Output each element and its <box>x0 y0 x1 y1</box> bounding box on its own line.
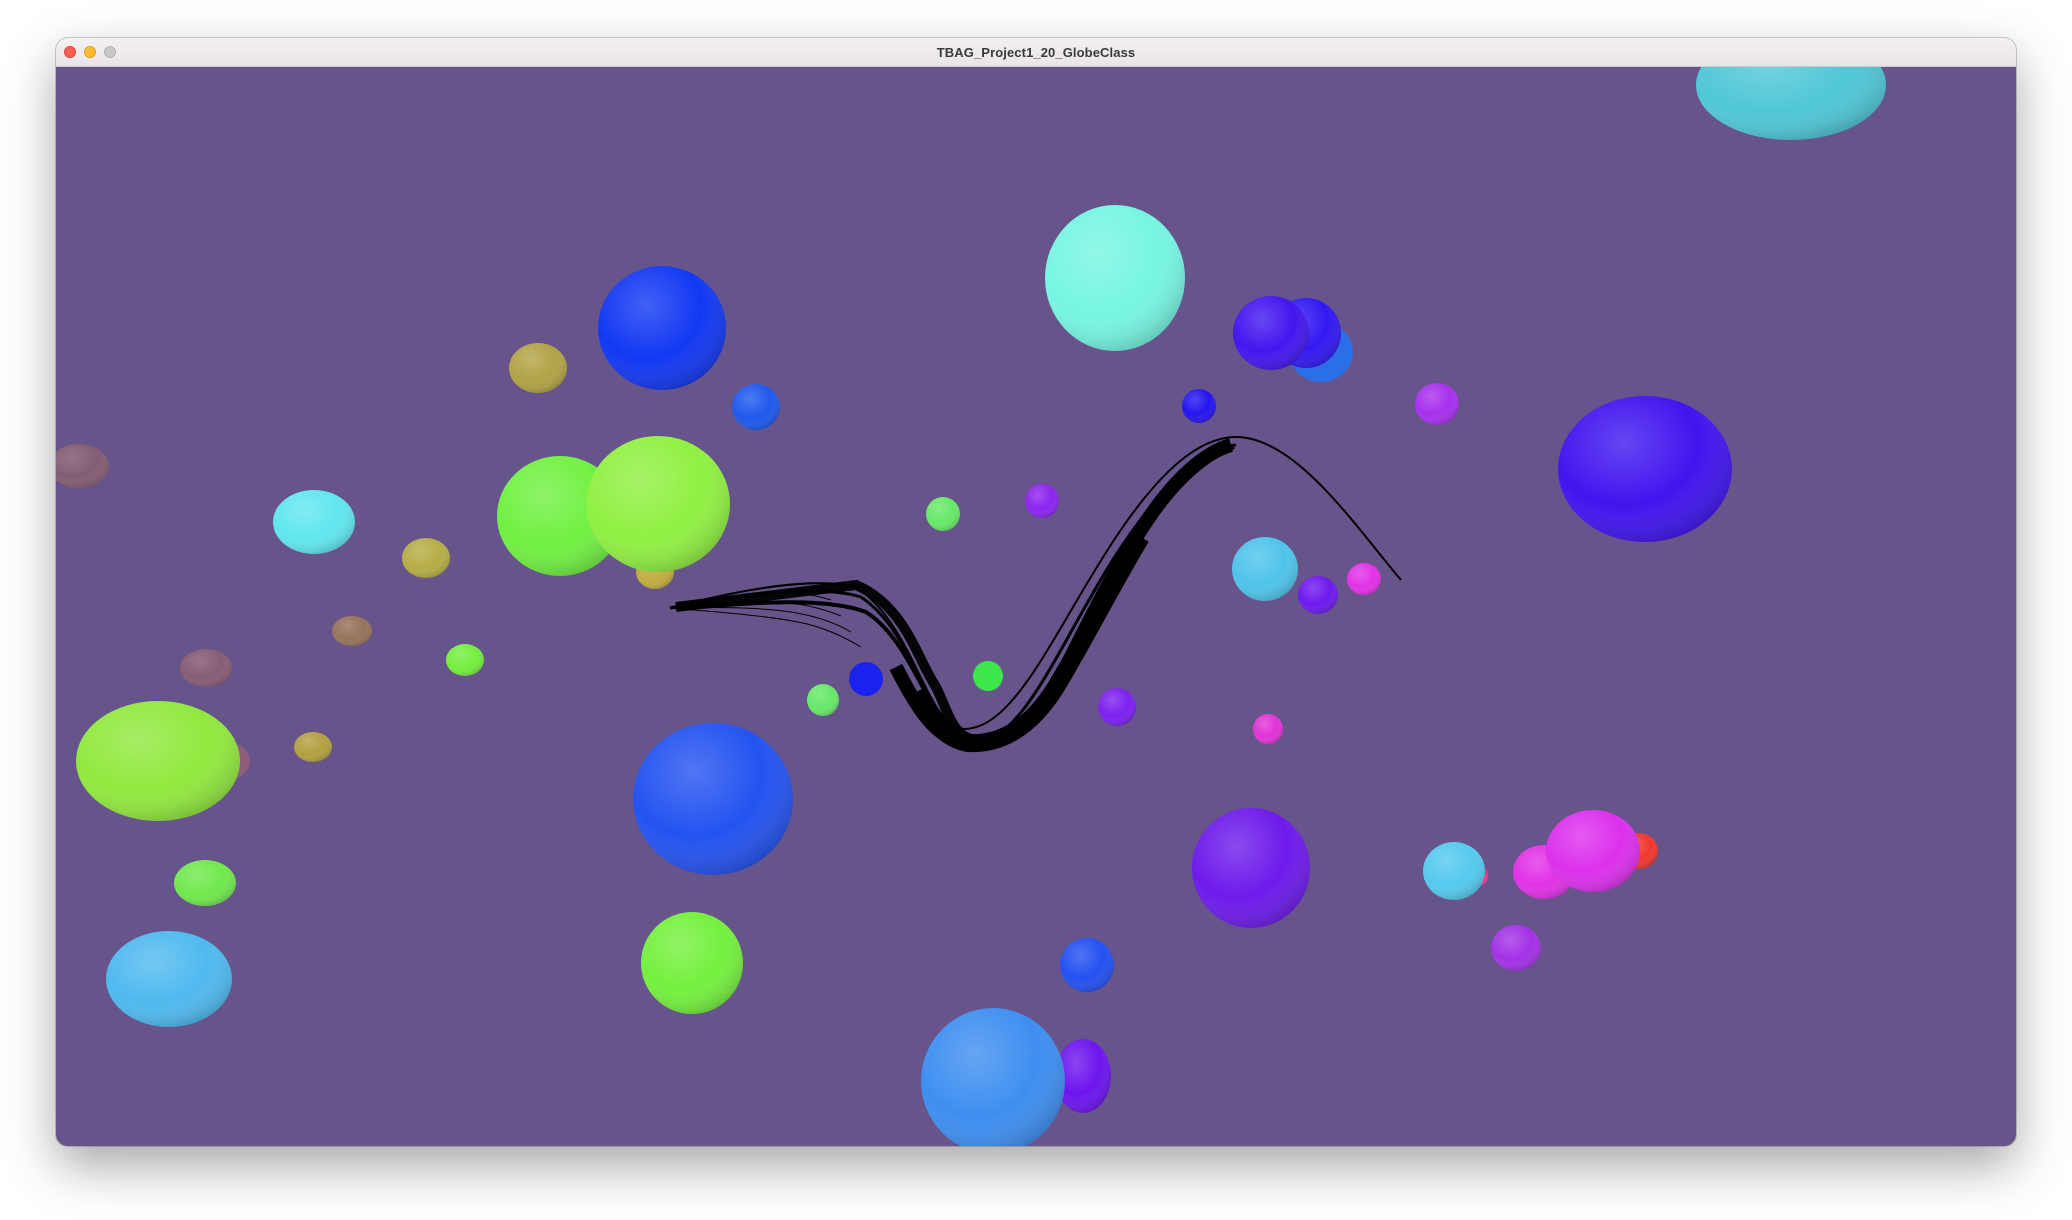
sphere <box>926 497 960 531</box>
sphere <box>1347 563 1381 595</box>
sphere <box>1233 296 1309 370</box>
sphere <box>1098 688 1136 726</box>
scene-svg <box>56 67 2016 1146</box>
sphere <box>1423 842 1485 900</box>
minimize-window-button[interactable] <box>84 46 96 58</box>
render-canvas[interactable] <box>56 67 2016 1146</box>
sphere <box>1298 576 1338 614</box>
sphere <box>1182 389 1216 423</box>
window-title: TBAG_Project1_20_GlobeClass <box>936 44 1136 60</box>
close-window-button[interactable] <box>64 46 76 58</box>
zoom-window-button[interactable] <box>104 46 116 58</box>
sphere <box>586 436 730 572</box>
title-bar[interactable]: TBAG_Project1_20_GlobeClass <box>56 38 2016 67</box>
sphere <box>180 649 232 687</box>
sphere <box>273 490 355 554</box>
sphere <box>1192 808 1310 928</box>
sphere <box>402 538 450 578</box>
window-controls <box>64 46 116 58</box>
sphere <box>1045 205 1185 351</box>
sphere <box>1025 484 1059 518</box>
app-window: TBAG_Project1_20_GlobeClass <box>56 38 2016 1146</box>
sphere <box>973 661 1003 691</box>
sphere <box>294 732 332 762</box>
sphere <box>1232 537 1298 601</box>
sphere <box>1253 714 1283 744</box>
sphere <box>76 701 240 821</box>
sphere <box>174 860 236 906</box>
sphere <box>1060 938 1114 992</box>
sphere <box>106 931 232 1027</box>
sphere <box>807 684 839 716</box>
scene-background <box>56 67 2016 1146</box>
sphere <box>1558 396 1732 542</box>
sphere <box>509 343 567 393</box>
sphere <box>732 384 780 430</box>
sphere <box>641 912 743 1014</box>
sphere <box>633 723 793 875</box>
sphere <box>1415 383 1459 425</box>
sphere <box>1491 925 1541 971</box>
sphere <box>598 266 726 390</box>
sphere <box>849 662 883 696</box>
sphere <box>446 644 484 676</box>
sphere <box>1546 810 1640 892</box>
sphere <box>332 616 372 646</box>
